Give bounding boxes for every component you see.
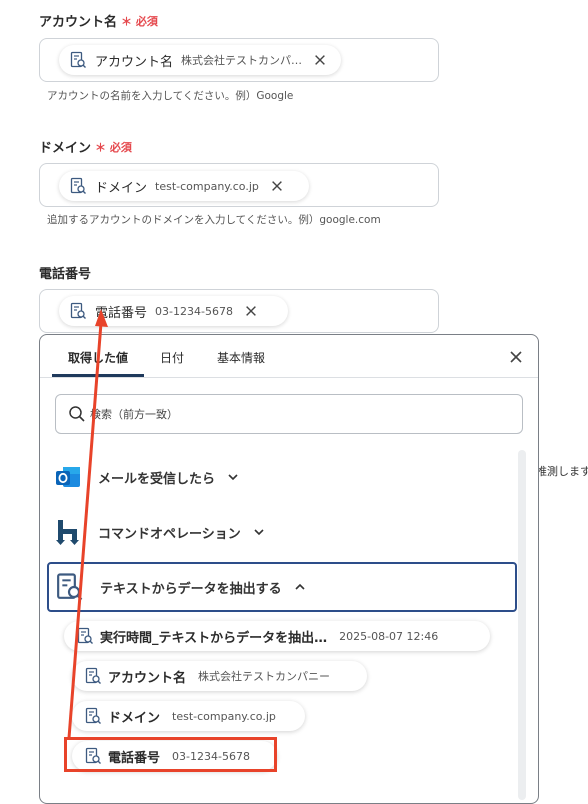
arrow-annotation xyxy=(67,309,108,739)
